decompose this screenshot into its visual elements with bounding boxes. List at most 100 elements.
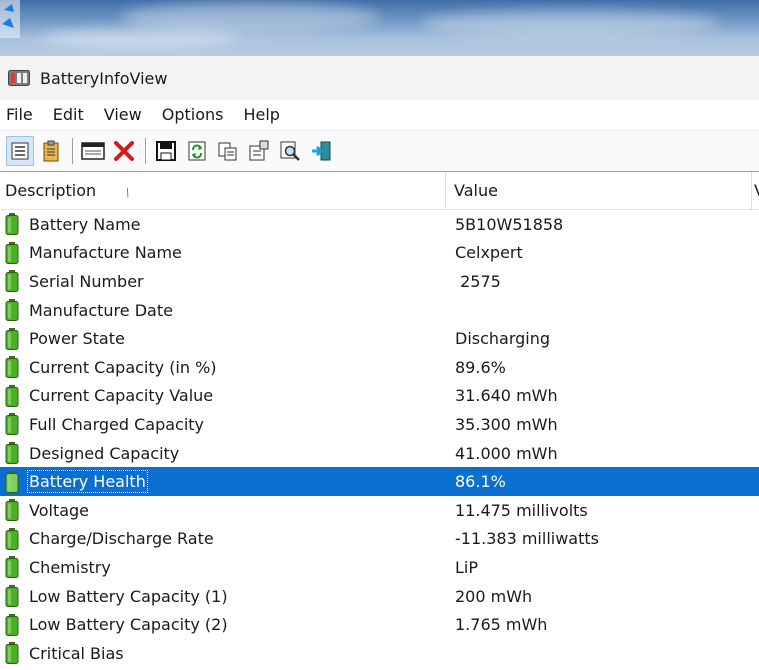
exit-button[interactable] xyxy=(307,136,335,166)
row-description-cell: Current Capacity (in %) xyxy=(0,356,446,379)
row-value: 11.475 millivolts xyxy=(455,500,588,520)
row-value: 5B10W51858 xyxy=(455,214,564,234)
table-row[interactable]: Manufacture Name Celxpert xyxy=(0,239,759,268)
menu-view[interactable]: View xyxy=(102,100,152,130)
title-bar[interactable]: BatteryInfoView xyxy=(0,56,759,100)
desktop-background xyxy=(0,0,759,56)
column-header-description-label: Description xyxy=(5,180,97,200)
row-description-cell: Battery Health xyxy=(0,470,446,494)
table-row[interactable]: Designed Capacity 41.000 mWh xyxy=(0,439,759,468)
battery-icon xyxy=(5,270,19,293)
row-value: LiP xyxy=(455,557,479,577)
recycle-bin-icon[interactable] xyxy=(0,0,22,40)
row-value: 89.6% xyxy=(455,357,506,377)
row-description: Power State xyxy=(29,329,125,349)
properties-button[interactable] xyxy=(245,136,273,166)
row-description: Current Capacity (in %) xyxy=(29,357,217,377)
row-description: Low Battery Capacity (1) xyxy=(29,586,228,606)
table-row[interactable]: Voltage 11.475 millivolts xyxy=(0,496,759,525)
row-value: 200 mWh xyxy=(455,586,533,606)
table-row[interactable]: Low Battery Capacity (2) 1.765 mWh xyxy=(0,610,759,639)
row-description: Voltage xyxy=(29,500,90,520)
table-row[interactable]: Low Battery Capacity (1) 200 mWh xyxy=(0,582,759,611)
table-row[interactable]: Full Charged Capacity 35.300 mWh xyxy=(0,410,759,439)
menu-edit[interactable]: Edit xyxy=(51,100,94,130)
row-description: Current Capacity Value xyxy=(29,386,214,406)
row-description-cell: Critical Bias xyxy=(0,642,446,665)
html-report-button[interactable] xyxy=(6,136,34,166)
toolbar-separator xyxy=(145,138,146,164)
battery-icon xyxy=(5,470,19,493)
table-row[interactable]: Current Capacity Value 31.640 mWh xyxy=(0,382,759,411)
column-header-value-label: Value xyxy=(454,180,498,200)
refresh-button[interactable] xyxy=(183,136,211,166)
battery-icon xyxy=(5,527,19,550)
refresh-icon xyxy=(188,141,206,161)
row-description: Low Battery Capacity (2) xyxy=(29,615,228,635)
row-description-cell: Manufacture Name xyxy=(0,241,446,264)
row-description-cell: Designed Capacity xyxy=(0,442,446,465)
menu-bar: File Edit View Options Help xyxy=(0,100,759,130)
battery-icon xyxy=(5,384,19,407)
row-description-cell: Current Capacity Value xyxy=(0,384,446,407)
find-icon xyxy=(280,141,300,161)
battery-icon xyxy=(5,613,19,636)
battery-icon xyxy=(5,213,19,236)
window-icon xyxy=(81,142,105,160)
clipboard-list-icon xyxy=(43,140,59,162)
menu-options[interactable]: Options xyxy=(160,100,234,130)
table-row[interactable]: Power State Discharging xyxy=(0,324,759,353)
battery-icon xyxy=(5,413,19,436)
find-button[interactable] xyxy=(276,136,304,166)
battery-icon xyxy=(5,442,19,465)
toolbar xyxy=(0,130,759,172)
table-row[interactable]: Battery Name 5B10W51858 xyxy=(0,210,759,239)
table-row[interactable]: Critical Bias xyxy=(0,639,759,668)
column-header-description[interactable]: Description / xyxy=(0,171,446,210)
row-description-cell: Charge/Discharge Rate xyxy=(0,527,446,550)
battery-icon xyxy=(5,356,19,379)
exit-icon xyxy=(312,141,331,161)
table-row[interactable]: Charge/Discharge Rate -11.383 milliwatts xyxy=(0,525,759,554)
list-body: Battery Name 5B10W51858 Manufacture Name… xyxy=(0,210,759,668)
menu-file[interactable]: File xyxy=(4,100,43,130)
delete-icon xyxy=(114,141,134,161)
properties-icon xyxy=(249,140,269,161)
table-row[interactable]: Battery Health 86.1% xyxy=(0,467,759,496)
window-button[interactable] xyxy=(79,136,107,166)
save-button[interactable] xyxy=(152,136,180,166)
battery-app-icon xyxy=(8,70,30,86)
row-description: Serial Number xyxy=(29,271,144,291)
delete-button[interactable] xyxy=(110,136,138,166)
battery-icon xyxy=(5,499,19,522)
row-description: Full Charged Capacity xyxy=(29,414,205,434)
row-description: Critical Bias xyxy=(29,643,124,663)
row-description: Manufacture Date xyxy=(29,300,173,320)
row-value: -11.383 milliwatts xyxy=(455,529,599,549)
table-row[interactable]: Chemistry LiP xyxy=(0,553,759,582)
column-header-value[interactable]: Value xyxy=(446,171,752,210)
clipboard-button[interactable] xyxy=(37,136,65,166)
battery-info-list[interactable]: Description / Value V Battery Name 5B10W5… xyxy=(0,171,759,668)
row-value: 2575 xyxy=(455,271,501,291)
row-description-cell: Low Battery Capacity (1) xyxy=(0,585,446,608)
app-window: BatteryInfoView File Edit View Options H… xyxy=(0,56,759,670)
row-description-cell: Chemistry xyxy=(0,556,446,579)
row-value: 1.765 mWh xyxy=(455,615,548,635)
row-value: 31.640 mWh xyxy=(455,386,558,406)
column-header-extra[interactable]: V xyxy=(752,172,759,210)
row-description: Manufacture Name xyxy=(29,243,182,263)
row-description-cell: Full Charged Capacity xyxy=(0,413,446,436)
menu-help[interactable]: Help xyxy=(241,100,289,130)
list-header: Description / Value V xyxy=(0,171,759,210)
row-description-cell: Power State xyxy=(0,327,446,350)
table-row[interactable]: Current Capacity (in %) 89.6% xyxy=(0,353,759,382)
row-description-cell: Manufacture Date xyxy=(0,299,446,322)
row-value: Discharging xyxy=(455,329,551,349)
window-title: BatteryInfoView xyxy=(40,68,168,88)
copy-button[interactable] xyxy=(214,136,242,166)
row-description: Charge/Discharge Rate xyxy=(29,529,214,549)
table-row[interactable]: Manufacture Date xyxy=(0,296,759,325)
table-row[interactable]: Serial Number 2575 xyxy=(0,267,759,296)
sort-indicator-icon: / xyxy=(123,185,132,199)
